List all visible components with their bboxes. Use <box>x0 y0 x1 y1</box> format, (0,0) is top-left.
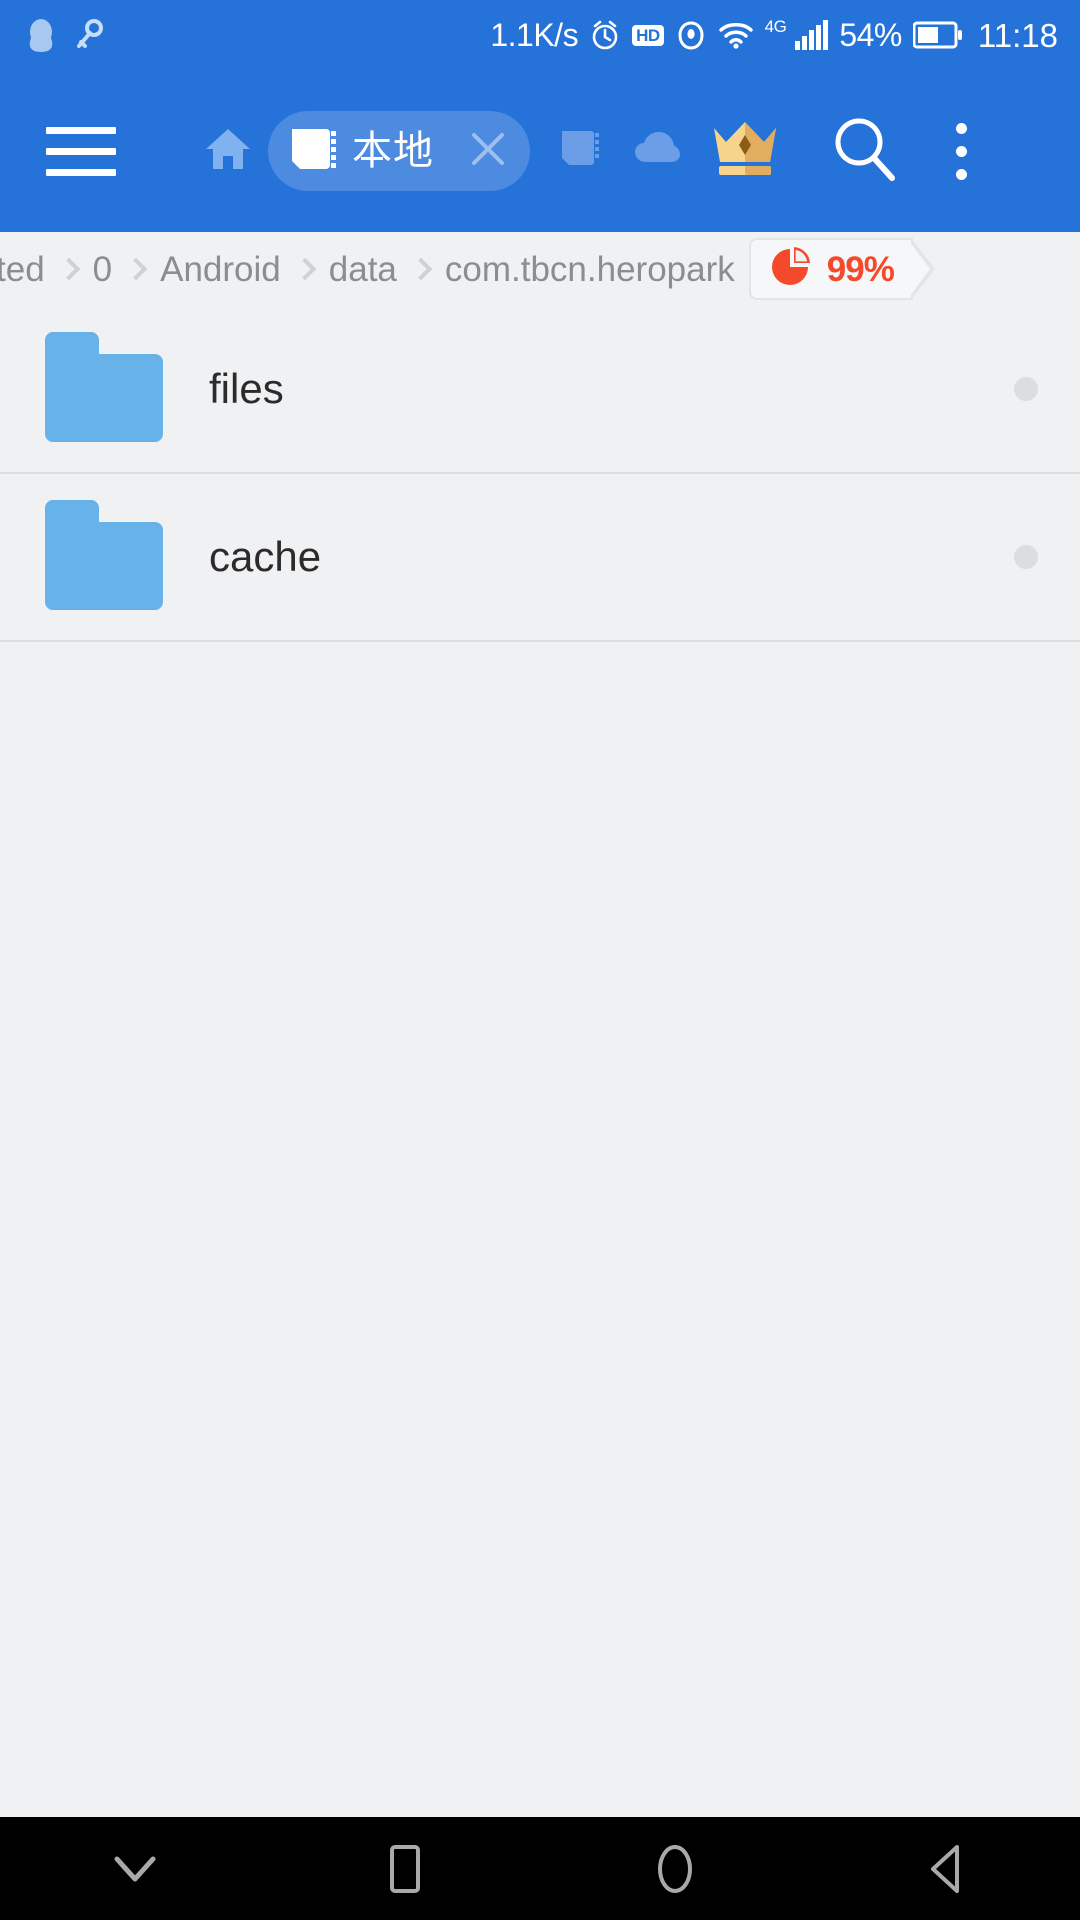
breadcrumb-segment[interactable]: Android <box>160 252 281 287</box>
sdcard-icon[interactable] <box>560 129 602 174</box>
chevron-right-icon <box>409 257 433 281</box>
storage-badge[interactable]: 99% <box>748 238 935 300</box>
status-dot[interactable] <box>1014 377 1038 401</box>
home-icon[interactable] <box>202 123 254 180</box>
breadcrumb: ted 0 Android data com.tbcn.heropark 99% <box>0 232 1080 306</box>
clock: 11:18 <box>977 16 1058 54</box>
folder-icon <box>45 499 163 615</box>
tab-local[interactable]: 本地 <box>268 111 530 191</box>
search-icon[interactable] <box>832 116 898 187</box>
breadcrumb-segment[interactable]: 0 <box>93 252 112 287</box>
cloud-icon[interactable] <box>634 130 680 173</box>
signal-bars-icon <box>794 20 829 50</box>
list-item-label: files <box>209 365 284 412</box>
sdcard-icon <box>290 126 338 177</box>
list-item[interactable]: cache <box>0 474 1080 642</box>
system-navigation-bar <box>0 1817 1080 1920</box>
key-icon <box>74 19 104 51</box>
chevron-right-icon <box>57 257 80 281</box>
battery-percent: 54% <box>839 17 902 53</box>
list-item-label: cache <box>209 533 322 580</box>
chevron-down-icon[interactable] <box>0 1851 270 1887</box>
network-speed: 1.1K/s <box>490 17 579 53</box>
crown-icon[interactable] <box>712 118 778 185</box>
more-vertical-icon[interactable] <box>956 122 967 180</box>
eye-icon <box>675 19 707 51</box>
hamburger-menu-icon[interactable] <box>46 126 118 176</box>
hd-icon: HD <box>632 24 664 46</box>
status-bar: 1.1K/s HD 4G 54% 11:18 <box>0 0 1080 70</box>
file-manager-screen: 1.1K/s HD 4G 54% 11:18 本地 ted 0 Android … <box>0 0 1080 1920</box>
triangle-left-icon[interactable] <box>810 1843 1080 1895</box>
breadcrumb-segment[interactable]: data <box>329 252 397 287</box>
breadcrumb-segment[interactable]: com.tbcn.heropark <box>445 252 735 287</box>
4g-icon: 4G <box>764 16 787 36</box>
pie-chart-icon <box>771 246 813 293</box>
square-icon[interactable] <box>270 1843 540 1895</box>
app-toolbar: 本地 <box>0 70 1080 232</box>
close-x-icon[interactable] <box>466 127 510 176</box>
tab-local-label: 本地 <box>352 129 434 173</box>
qq-penguin-icon <box>26 16 56 54</box>
breadcrumb-segment[interactable]: ted <box>0 252 45 287</box>
file-list: files cache <box>0 306 1080 642</box>
wifi-icon <box>718 19 754 51</box>
circle-icon[interactable] <box>540 1843 810 1895</box>
storage-percent: 99% <box>826 249 895 289</box>
folder-icon <box>45 331 163 447</box>
chevron-right-icon <box>293 257 317 281</box>
alarm-clock-icon <box>589 19 621 51</box>
chevron-right-icon <box>124 257 148 281</box>
status-dot[interactable] <box>1014 545 1038 569</box>
list-item[interactable]: files <box>0 306 1080 474</box>
battery-icon <box>912 20 963 50</box>
